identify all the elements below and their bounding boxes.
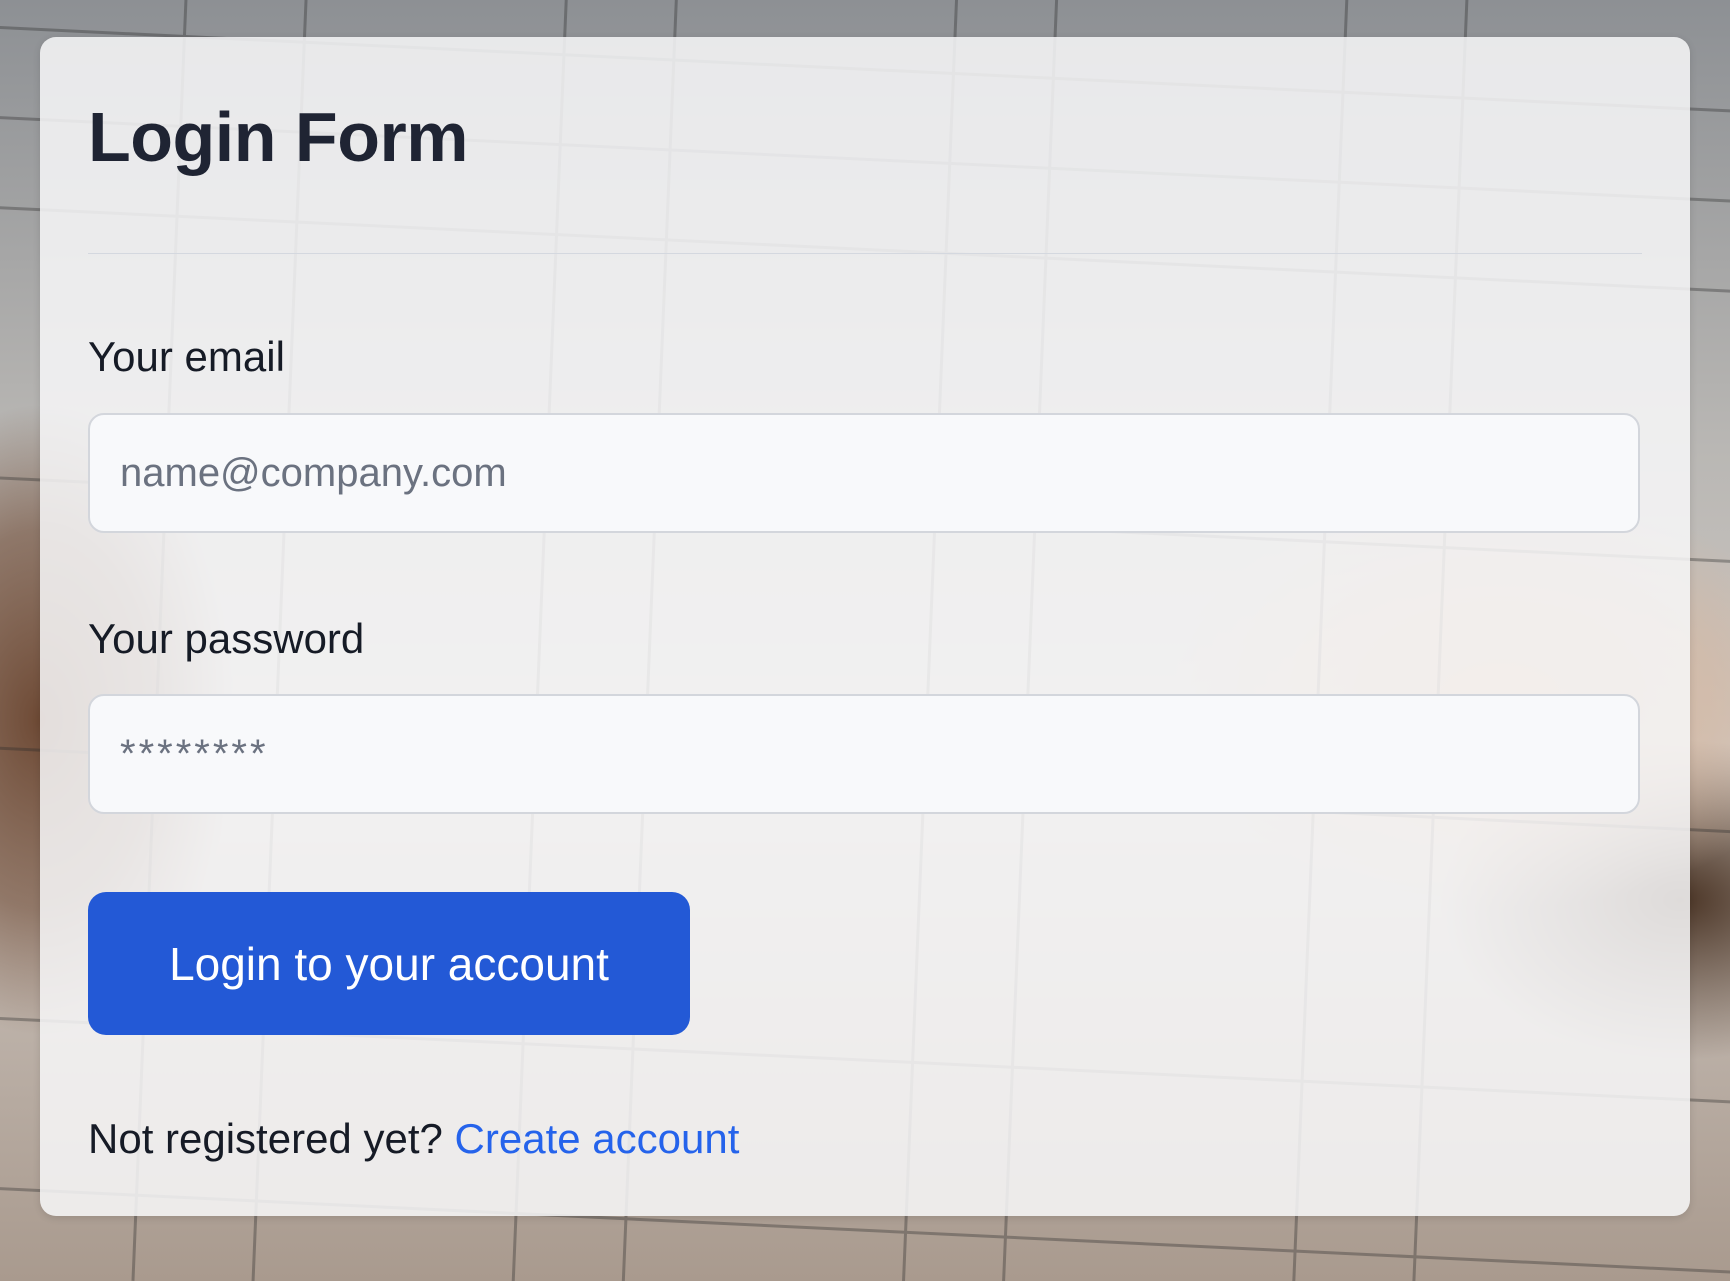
title-divider xyxy=(88,253,1642,254)
email-label: Your email xyxy=(88,333,285,380)
password-field[interactable] xyxy=(88,694,1640,814)
email-field[interactable] xyxy=(88,413,1640,533)
register-prompt-row: Not registered yet? Create account xyxy=(88,1115,739,1163)
form-title: Login Form xyxy=(88,98,468,176)
password-label: Your password xyxy=(88,615,365,662)
create-account-link[interactable]: Create account xyxy=(455,1115,740,1162)
login-card: Login Form Your email Your password Logi… xyxy=(40,37,1690,1216)
register-prompt-text: Not registered yet? xyxy=(88,1115,443,1162)
login-button[interactable]: Login to your account xyxy=(88,892,690,1035)
